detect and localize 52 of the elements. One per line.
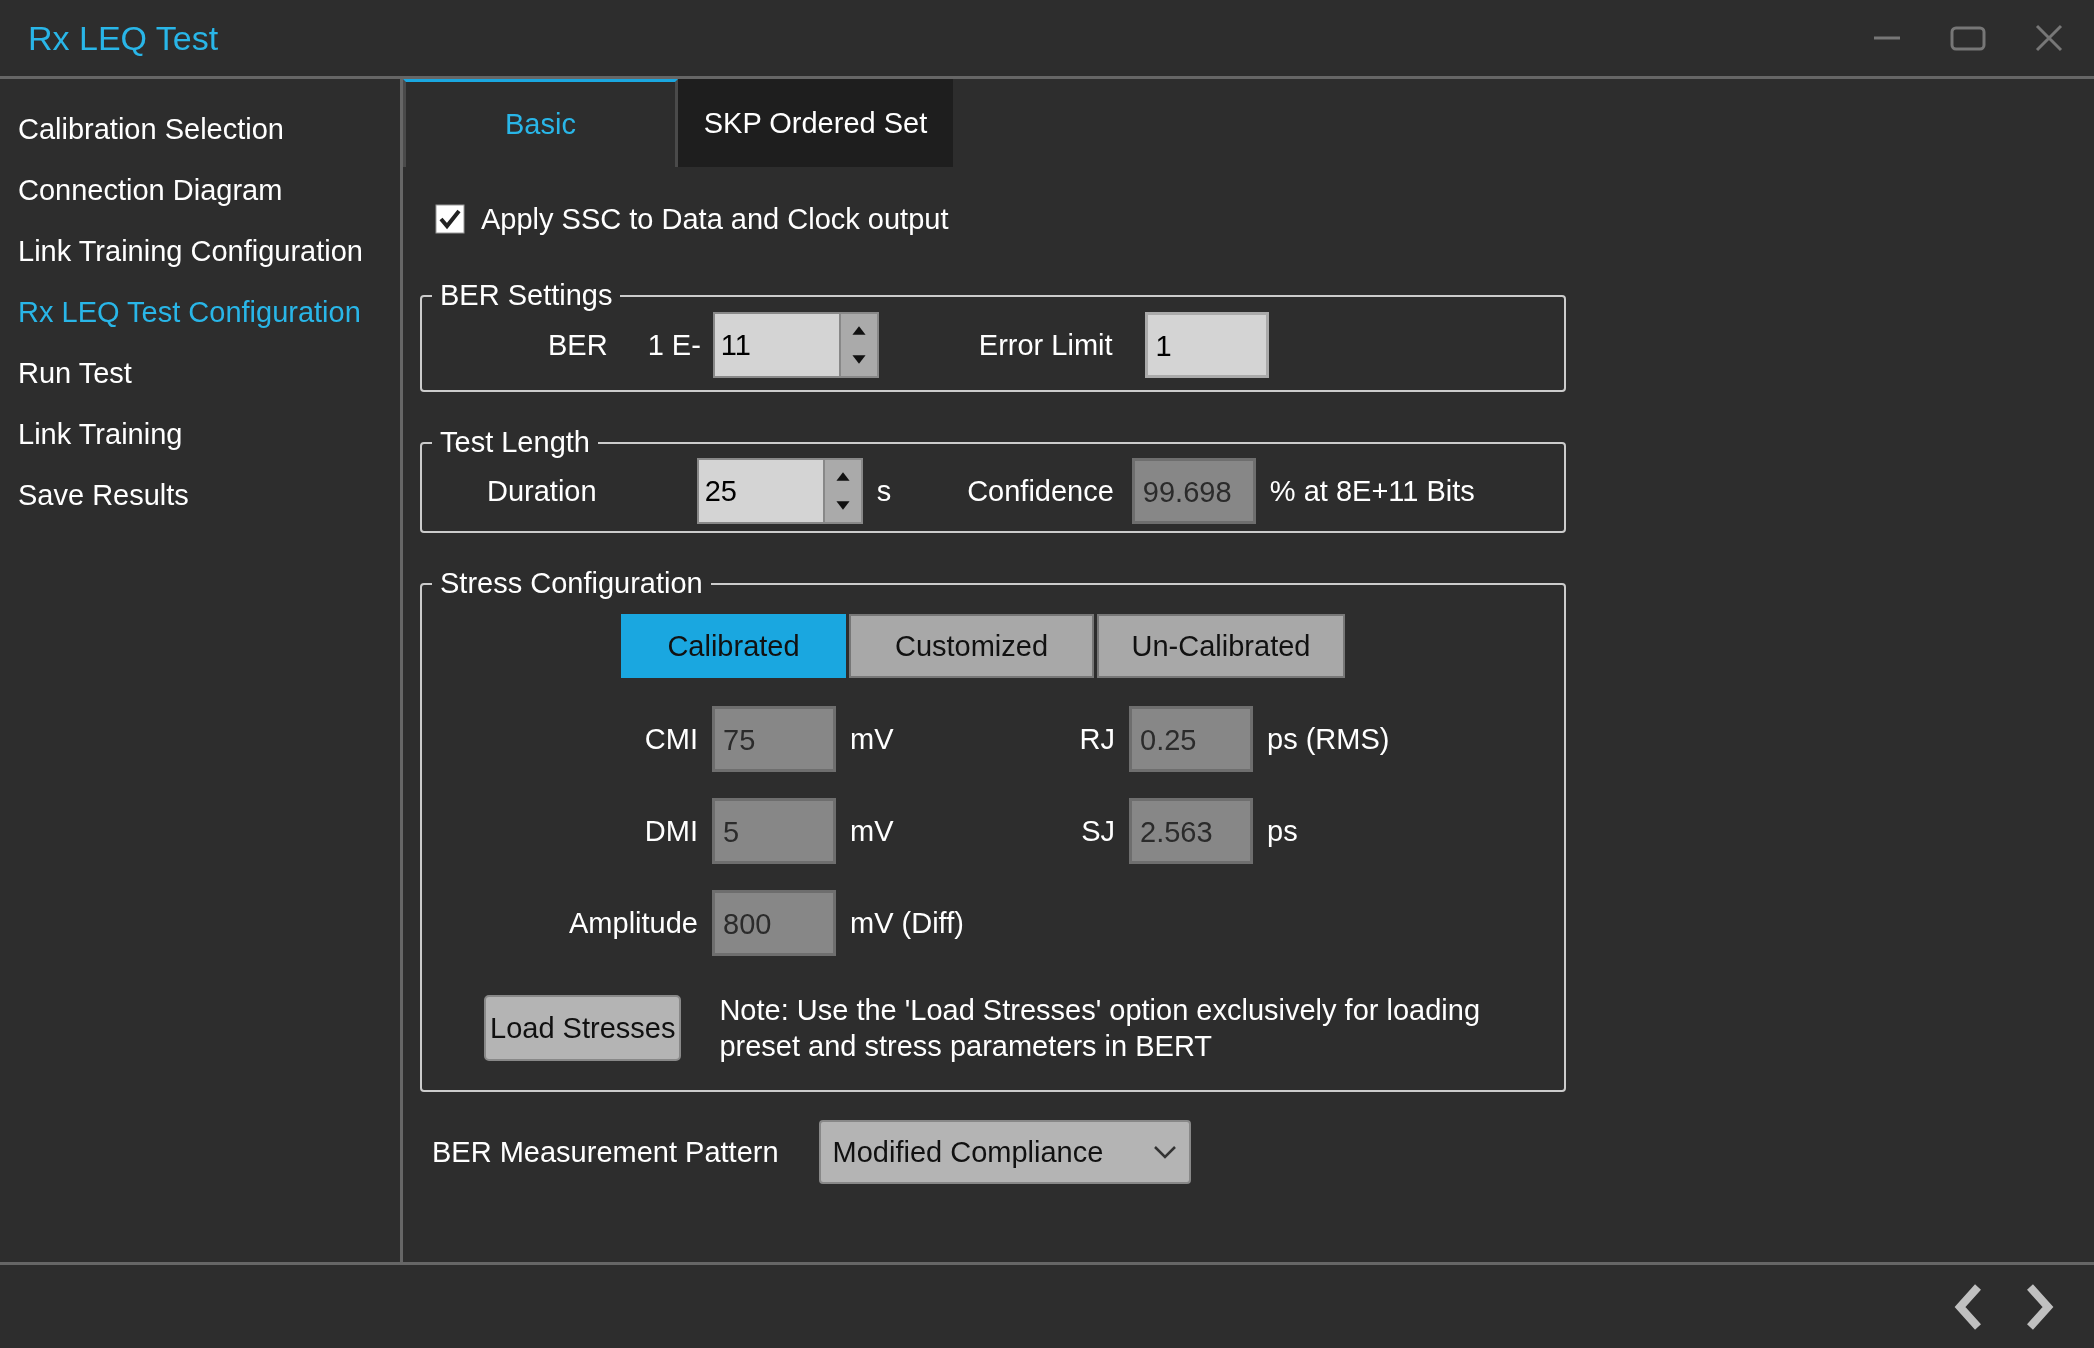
sidebar-item[interactable]: Connection Diagram	[0, 166, 400, 227]
input-field: 5	[712, 798, 836, 864]
input-field: 800	[712, 890, 836, 956]
field-label: Amplitude	[568, 906, 698, 940]
input-field[interactable]: 1	[1144, 312, 1269, 378]
unit-label: mV (Diff)	[850, 906, 965, 940]
input-field: 75	[712, 706, 836, 772]
tab[interactable]: Basic	[403, 79, 678, 167]
sidebar-item[interactable]: Save Results	[0, 471, 400, 532]
group-title: BER Settings	[439, 279, 614, 312]
sidebar-item[interactable]: Link Training	[0, 410, 400, 471]
dropdown[interactable]: Modified Compliance	[818, 1120, 1191, 1184]
field-label: Error Limit	[978, 328, 1113, 362]
field-label: SJ	[1080, 814, 1115, 848]
close-icon[interactable]	[2034, 23, 2064, 53]
mode-button[interactable]: Customized	[849, 614, 1094, 678]
unit-label: s	[876, 474, 892, 508]
field-label: Duration	[487, 474, 597, 508]
spin-box[interactable]: 11	[712, 312, 879, 378]
field-label: BER	[548, 328, 608, 362]
input-field: 99.698	[1131, 458, 1256, 524]
unit-label: ps	[1267, 814, 1299, 848]
sidebar-item[interactable]: Link Training Configuration	[0, 227, 400, 288]
load-stresses-button[interactable]: Load Stresses	[484, 995, 682, 1061]
input-field: 2.563	[1129, 798, 1253, 864]
sidebar-item[interactable]: Calibration Selection	[0, 105, 400, 166]
unit-label: mV	[850, 722, 895, 756]
field-label: Confidence	[967, 474, 1114, 508]
tab[interactable]: SKP Ordered Set	[678, 79, 953, 167]
back-icon[interactable]	[1952, 1282, 1984, 1331]
field-label: RJ	[1078, 722, 1115, 756]
sidebar-item[interactable]: Run Test	[0, 349, 400, 410]
input-field: 0.25	[1129, 706, 1253, 772]
checkbox-label: Apply SSC to Data and Clock output	[481, 202, 949, 236]
group-title: Test Length	[439, 426, 591, 459]
unit-label: mV	[850, 814, 895, 848]
forward-icon[interactable]	[2024, 1282, 2056, 1331]
unit-label: % at 8E+11 Bits	[1269, 474, 1475, 508]
sidebar-item[interactable]: Rx LEQ Test Configuration	[0, 288, 400, 349]
chevron-down-icon	[1152, 1145, 1177, 1159]
unit-label: ps (RMS)	[1267, 722, 1391, 756]
spin-box[interactable]: 25	[696, 458, 863, 524]
field-label: CMI	[643, 722, 698, 756]
note-text: Note: Use the 'Load Stresses' option exclusively for loading preset and stress parameters in BERT	[719, 993, 1482, 1064]
field-label: DMI	[643, 814, 698, 848]
mode-button[interactable]: Un-Calibrated	[1097, 614, 1345, 678]
field-label: 1 E-	[647, 328, 701, 362]
mode-button[interactable]: Calibrated	[621, 614, 846, 678]
checkbox[interactable]	[435, 204, 465, 234]
window-title: Rx LEQ Test	[28, 18, 219, 58]
field-label: BER Measurement Pattern	[432, 1135, 779, 1169]
group-title: Stress Configuration	[439, 567, 704, 600]
